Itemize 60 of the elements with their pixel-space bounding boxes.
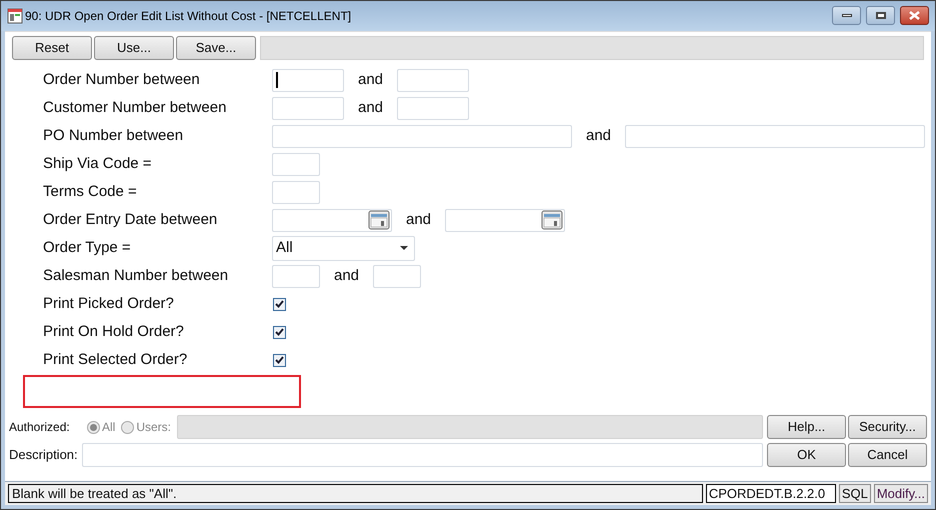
- minimize-button[interactable]: [832, 6, 861, 24]
- authorized-label: Authorized:: [9, 419, 71, 436]
- radio-label: All: [102, 419, 116, 436]
- and-label: and: [358, 70, 384, 90]
- and-label: and: [358, 98, 384, 118]
- field-label: Order Number between: [42, 70, 201, 90]
- toolbar-button[interactable]: Reset: [12, 36, 92, 60]
- sql-button[interactable]: SQL: [838, 484, 871, 503]
- text-field[interactable]: [272, 264, 320, 288]
- field-label: Order Entry Date between: [42, 210, 218, 230]
- field-label: Salesman Number between: [42, 266, 230, 286]
- and-label: and: [406, 210, 432, 230]
- program-code: CPORDEDT.B.2.2.0: [706, 484, 836, 503]
- toolbar-button[interactable]: Use...: [94, 36, 174, 60]
- text-field[interactable]: [272, 180, 320, 204]
- calendar-icon[interactable]: [368, 210, 390, 230]
- modify-button[interactable]: Modify...: [874, 484, 928, 503]
- help-button[interactable]: Help...: [767, 415, 846, 439]
- radio-button[interactable]: [87, 420, 100, 434]
- and-label: and: [586, 126, 612, 146]
- text-field[interactable]: [373, 264, 422, 288]
- field-label: Print Picked Order?: [42, 294, 175, 314]
- text-field[interactable]: [272, 124, 572, 148]
- radio-button[interactable]: [121, 420, 134, 434]
- text-cursor: [276, 72, 278, 88]
- text-field[interactable]: [272, 152, 320, 176]
- date-field[interactable]: [445, 208, 566, 232]
- field-label: Print On Hold Order?: [42, 322, 185, 342]
- window-title: 90: UDR Open Order Edit List Without Cost - [NETCELLENT]: [25, 8, 352, 25]
- radio-label: Users:: [136, 419, 172, 436]
- status-message: Blank will be treated as "All".: [8, 484, 703, 503]
- calendar-icon[interactable]: [541, 210, 564, 230]
- description-label: Description:: [9, 446, 78, 464]
- date-field[interactable]: [272, 208, 392, 232]
- checkbox[interactable]: [273, 354, 286, 366]
- cancel-button[interactable]: Cancel: [848, 443, 927, 467]
- maximize-button[interactable]: [866, 6, 895, 24]
- window-icon: [7, 8, 23, 24]
- caret-icon: [400, 246, 408, 250]
- field-label: Terms Code =: [42, 182, 138, 202]
- text-field[interactable]: [625, 124, 926, 148]
- field-label: PO Number between: [42, 126, 184, 146]
- text-field[interactable]: [397, 68, 470, 92]
- order-type-dropdown[interactable]: All: [272, 236, 415, 260]
- field-label: Ship Via Code =: [42, 154, 153, 174]
- checkbox[interactable]: [273, 298, 286, 310]
- close-button[interactable]: [900, 6, 929, 24]
- checkbox[interactable]: [273, 326, 286, 338]
- field-label: Print Selected Order?: [42, 350, 188, 370]
- text-field[interactable]: [272, 68, 344, 92]
- field-label: Order Type =: [42, 238, 132, 258]
- text-field[interactable]: [397, 96, 470, 120]
- close-icon: [909, 10, 920, 20]
- field-label: Customer Number between: [42, 98, 228, 118]
- ok-button[interactable]: OK: [767, 443, 846, 467]
- security-button[interactable]: Security...: [848, 415, 927, 439]
- toolbar-button[interactable]: Save...: [176, 36, 256, 60]
- and-label: and: [334, 266, 360, 286]
- text-field[interactable]: [272, 96, 344, 120]
- description-field[interactable]: [82, 443, 763, 467]
